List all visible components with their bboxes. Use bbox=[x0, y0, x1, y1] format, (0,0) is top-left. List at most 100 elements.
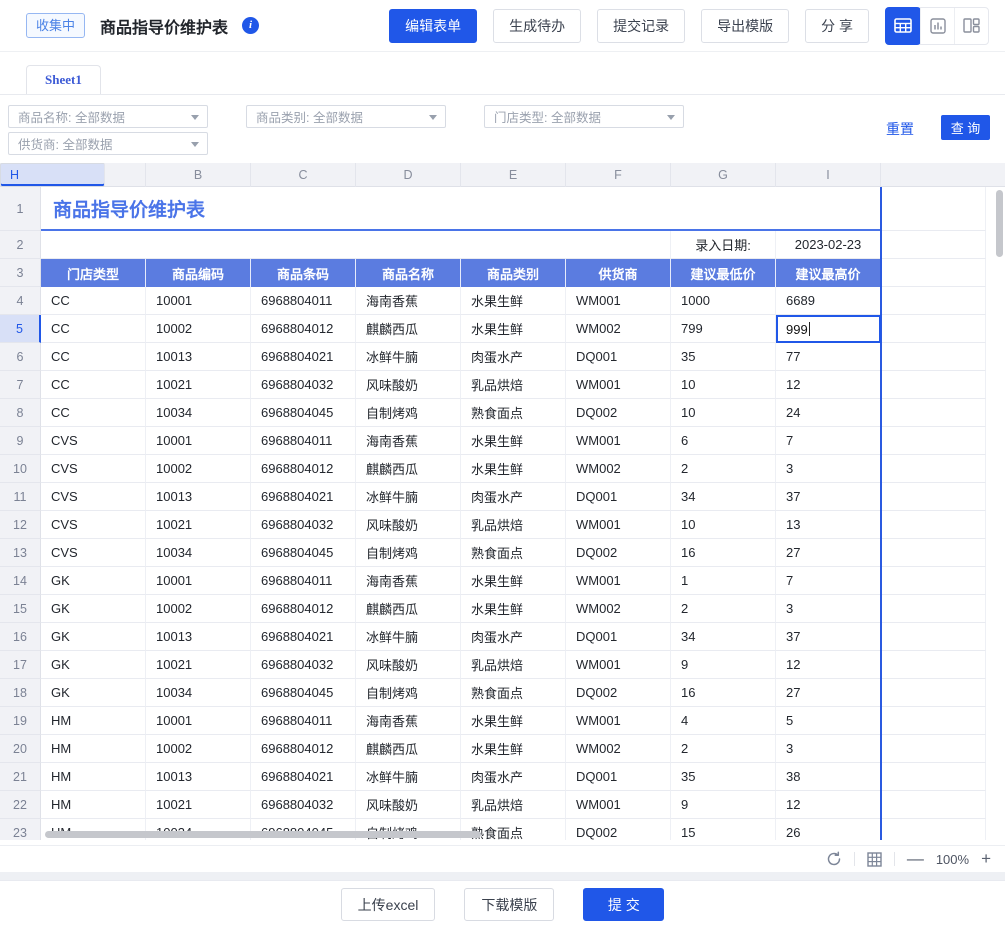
filter-supplier[interactable]: 供货商: 全部数据 bbox=[8, 132, 208, 155]
cell-F4[interactable]: WM001 bbox=[566, 287, 671, 315]
cell-H17[interactable]: 12 bbox=[776, 651, 881, 679]
cell-G22[interactable]: 9 bbox=[671, 791, 776, 819]
cell-B16[interactable]: 10013 bbox=[146, 623, 251, 651]
cell-A9[interactable]: CVS bbox=[41, 427, 146, 455]
cell-H4[interactable]: 6689 bbox=[776, 287, 881, 315]
cell-G17[interactable]: 9 bbox=[671, 651, 776, 679]
cell-A16[interactable]: GK bbox=[41, 623, 146, 651]
generate-todo-button[interactable]: 生成待办 bbox=[493, 9, 581, 43]
cell-G14[interactable]: 1 bbox=[671, 567, 776, 595]
cell-A7[interactable]: CC bbox=[41, 371, 146, 399]
cell-D20[interactable]: 麒麟西瓜 bbox=[356, 735, 461, 763]
cell-C7[interactable]: 6968804032 bbox=[251, 371, 356, 399]
cell-D13[interactable]: 自制烤鸡 bbox=[356, 539, 461, 567]
horizontal-scrollbar[interactable] bbox=[45, 831, 481, 838]
cell-A14[interactable]: GK bbox=[41, 567, 146, 595]
query-button[interactable]: 查 询 bbox=[941, 115, 990, 140]
cell-F6[interactable]: DQ001 bbox=[566, 343, 671, 371]
cell-H20[interactable]: 3 bbox=[776, 735, 881, 763]
row-number-7[interactable]: 7 bbox=[0, 371, 41, 399]
cell-F10[interactable]: WM002 bbox=[566, 455, 671, 483]
cell-H22[interactable]: 12 bbox=[776, 791, 881, 819]
cell-A17[interactable]: GK bbox=[41, 651, 146, 679]
cell-I23[interactable] bbox=[881, 819, 986, 840]
cell-C21[interactable]: 6968804021 bbox=[251, 763, 356, 791]
cell-C9[interactable]: 6968804011 bbox=[251, 427, 356, 455]
share-button[interactable]: 分 享 bbox=[805, 9, 869, 43]
row-number-12[interactable]: 12 bbox=[0, 511, 41, 539]
cell-I5[interactable] bbox=[881, 315, 986, 343]
cell-I22[interactable] bbox=[881, 791, 986, 819]
cell-I20[interactable] bbox=[881, 735, 986, 763]
cell-G7[interactable]: 10 bbox=[671, 371, 776, 399]
row-number-18[interactable]: 18 bbox=[0, 679, 41, 707]
row-number-20[interactable]: 20 bbox=[0, 735, 41, 763]
cell-H6[interactable]: 77 bbox=[776, 343, 881, 371]
cell-G15[interactable]: 2 bbox=[671, 595, 776, 623]
edit-form-button[interactable]: 编辑表单 bbox=[389, 9, 477, 43]
cell-B5[interactable]: 10002 bbox=[146, 315, 251, 343]
cell-F5[interactable]: WM002 bbox=[566, 315, 671, 343]
cell-B4[interactable]: 10001 bbox=[146, 287, 251, 315]
cell-C16[interactable]: 6968804021 bbox=[251, 623, 356, 651]
cell-G6[interactable]: 35 bbox=[671, 343, 776, 371]
cell-G9[interactable]: 6 bbox=[671, 427, 776, 455]
cell-I16[interactable] bbox=[881, 623, 986, 651]
cell-B11[interactable]: 10013 bbox=[146, 483, 251, 511]
cell-A22[interactable]: HM bbox=[41, 791, 146, 819]
cell-D16[interactable]: 冰鲜牛腩 bbox=[356, 623, 461, 651]
cell-D15[interactable]: 麒麟西瓜 bbox=[356, 595, 461, 623]
cell-I15[interactable] bbox=[881, 595, 986, 623]
row-number-6[interactable]: 6 bbox=[0, 343, 41, 371]
cell-B12[interactable]: 10021 bbox=[146, 511, 251, 539]
cell-B21[interactable]: 10013 bbox=[146, 763, 251, 791]
cell-A12[interactable]: CVS bbox=[41, 511, 146, 539]
cell-E14[interactable]: 水果生鲜 bbox=[461, 567, 566, 595]
cell-F15[interactable]: WM002 bbox=[566, 595, 671, 623]
chart-view-button[interactable] bbox=[920, 8, 954, 44]
cell-H13[interactable]: 27 bbox=[776, 539, 881, 567]
cell-F13[interactable]: DQ002 bbox=[566, 539, 671, 567]
cell-D4[interactable]: 海南香蕉 bbox=[356, 287, 461, 315]
cell-G21[interactable]: 35 bbox=[671, 763, 776, 791]
cell-I6[interactable] bbox=[881, 343, 986, 371]
cell-E9[interactable]: 水果生鲜 bbox=[461, 427, 566, 455]
cell-E5[interactable]: 水果生鲜 bbox=[461, 315, 566, 343]
cell-G5[interactable]: 799 bbox=[671, 315, 776, 343]
cell-G11[interactable]: 34 bbox=[671, 483, 776, 511]
row-number-2[interactable]: 2 bbox=[0, 231, 41, 259]
cell-A2-F2[interactable] bbox=[41, 231, 671, 259]
cell-D5[interactable]: 麒麟西瓜 bbox=[356, 315, 461, 343]
row-number-5[interactable]: 5 bbox=[0, 315, 41, 343]
cell-C4[interactable]: 6968804011 bbox=[251, 287, 356, 315]
cell-D17[interactable]: 风味酸奶 bbox=[356, 651, 461, 679]
cell-G16[interactable]: 34 bbox=[671, 623, 776, 651]
row-number-22[interactable]: 22 bbox=[0, 791, 41, 819]
cell-F11[interactable]: DQ001 bbox=[566, 483, 671, 511]
cell-E20[interactable]: 水果生鲜 bbox=[461, 735, 566, 763]
info-icon[interactable]: i bbox=[242, 17, 259, 34]
cell-H16[interactable]: 37 bbox=[776, 623, 881, 651]
export-template-button[interactable]: 导出模版 bbox=[701, 9, 789, 43]
entry-date-label-cell[interactable]: 录入日期: bbox=[671, 231, 776, 259]
cell-A10[interactable]: CVS bbox=[41, 455, 146, 483]
cell-C18[interactable]: 6968804045 bbox=[251, 679, 356, 707]
cell-H11[interactable]: 37 bbox=[776, 483, 881, 511]
cell-C11[interactable]: 6968804021 bbox=[251, 483, 356, 511]
cell-E15[interactable]: 水果生鲜 bbox=[461, 595, 566, 623]
reset-button[interactable]: 重置 bbox=[886, 119, 914, 139]
cell-C10[interactable]: 6968804012 bbox=[251, 455, 356, 483]
cell-I14[interactable] bbox=[881, 567, 986, 595]
cell-H8[interactable]: 24 bbox=[776, 399, 881, 427]
cell-I12[interactable] bbox=[881, 511, 986, 539]
cell-E18[interactable]: 熟食面点 bbox=[461, 679, 566, 707]
cell-E19[interactable]: 水果生鲜 bbox=[461, 707, 566, 735]
cell-B13[interactable]: 10034 bbox=[146, 539, 251, 567]
cell-F16[interactable]: DQ001 bbox=[566, 623, 671, 651]
column-header-H[interactable]: H bbox=[0, 163, 105, 187]
cell-F18[interactable]: DQ002 bbox=[566, 679, 671, 707]
cell-E8[interactable]: 熟食面点 bbox=[461, 399, 566, 427]
cell-E22[interactable]: 乳品烘焙 bbox=[461, 791, 566, 819]
row-number-17[interactable]: 17 bbox=[0, 651, 41, 679]
cell-A21[interactable]: HM bbox=[41, 763, 146, 791]
